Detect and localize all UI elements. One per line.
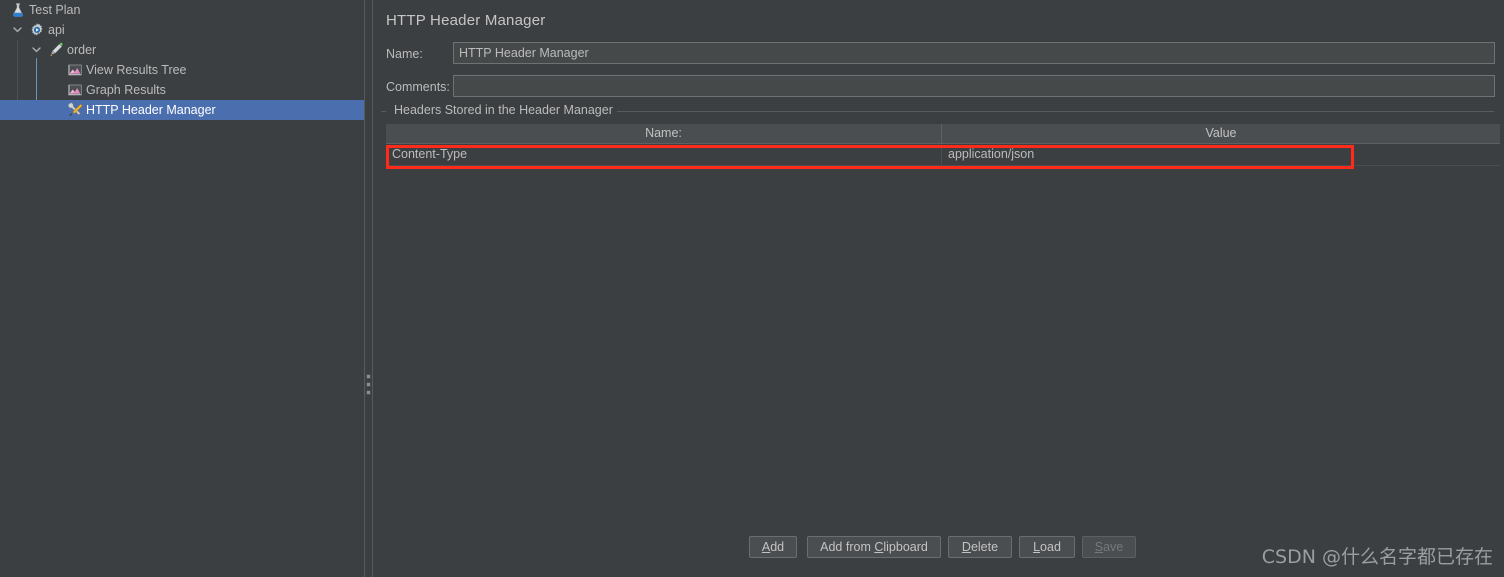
tree-item-label: order bbox=[67, 43, 97, 57]
headers-table[interactable]: Name: Value Content-Type application/jso… bbox=[386, 124, 1500, 540]
http-sampler-icon bbox=[48, 42, 64, 58]
group-border-top-right bbox=[604, 111, 1494, 112]
button-label: Add from Clipboard bbox=[820, 540, 928, 554]
button-label: Add bbox=[761, 540, 785, 554]
name-input-value: HTTP Header Manager bbox=[459, 46, 589, 60]
column-header-value[interactable]: Value bbox=[942, 124, 1500, 143]
tree-item-label: View Results Tree bbox=[86, 63, 187, 77]
tree-item-graph-results[interactable]: Graph Results bbox=[0, 80, 364, 100]
cell-header-name[interactable]: Content-Type bbox=[386, 144, 941, 165]
splitter-grip-dot bbox=[366, 374, 371, 379]
tree-item-api[interactable]: api bbox=[0, 20, 364, 40]
header-manager-panel: HTTP Header Manager Name: HTTP Header Ma… bbox=[373, 0, 1504, 577]
watermark-text: CSDN @什么名字都已存在 bbox=[1261, 546, 1493, 568]
tree-item-order[interactable]: order bbox=[0, 40, 364, 60]
add-button[interactable]: Add bbox=[749, 536, 797, 558]
chevron-down-icon[interactable] bbox=[31, 44, 42, 55]
tree-item-view-results-tree[interactable]: View Results Tree bbox=[0, 60, 364, 80]
splitter-grip-dot bbox=[366, 382, 371, 387]
group-border-top-left bbox=[381, 111, 386, 112]
listener-icon bbox=[67, 82, 83, 98]
splitter-grip-dot bbox=[366, 390, 371, 395]
jmeter-window: Test Plan api order View Results Tree Graph … bbox=[0, 0, 1504, 577]
cell-header-value[interactable]: application/json bbox=[942, 144, 1500, 165]
tree-item-label: HTTP Header Manager bbox=[86, 103, 216, 117]
headers-group-title: Headers Stored in the Header Manager bbox=[390, 103, 617, 117]
tree-item-http-header-manager[interactable]: HTTP Header Manager bbox=[0, 100, 364, 120]
save-button: Save bbox=[1082, 536, 1136, 558]
headers-table-body[interactable]: Content-Type application/json bbox=[386, 144, 1500, 540]
listener-icon bbox=[67, 62, 83, 78]
add-from-clipboard-button[interactable]: Add from Clipboard bbox=[807, 536, 941, 558]
tree-item-label: Graph Results bbox=[86, 83, 166, 97]
delete-button[interactable]: Delete bbox=[948, 536, 1012, 558]
button-label: Load bbox=[1033, 540, 1061, 554]
panel-splitter[interactable] bbox=[364, 0, 373, 577]
button-label: Save bbox=[1094, 540, 1124, 554]
load-button[interactable]: Load bbox=[1019, 536, 1075, 558]
headers-table-header: Name: Value bbox=[386, 124, 1500, 144]
name-label: Name: bbox=[386, 47, 423, 61]
header-manager-icon bbox=[67, 102, 83, 118]
page-title: HTTP Header Manager bbox=[386, 12, 546, 29]
column-header-name[interactable]: Name: bbox=[386, 124, 941, 143]
chevron-down-icon[interactable] bbox=[12, 24, 23, 35]
splitter-line-left bbox=[364, 0, 365, 577]
tree-item-label: Test Plan bbox=[29, 3, 81, 17]
test-plan-tree[interactable]: Test Plan api order View Results Tree Graph … bbox=[0, 0, 364, 577]
thread-group-icon bbox=[29, 22, 45, 38]
tree-item-label: api bbox=[48, 23, 65, 37]
table-row[interactable]: Content-Type application/json bbox=[386, 144, 1500, 166]
name-input[interactable]: HTTP Header Manager bbox=[453, 42, 1495, 64]
comments-label: Comments: bbox=[386, 80, 450, 94]
test-plan-icon bbox=[10, 2, 26, 18]
button-label: Delete bbox=[961, 540, 999, 554]
tree-item-test-plan[interactable]: Test Plan bbox=[0, 0, 364, 20]
comments-input[interactable] bbox=[453, 75, 1495, 97]
